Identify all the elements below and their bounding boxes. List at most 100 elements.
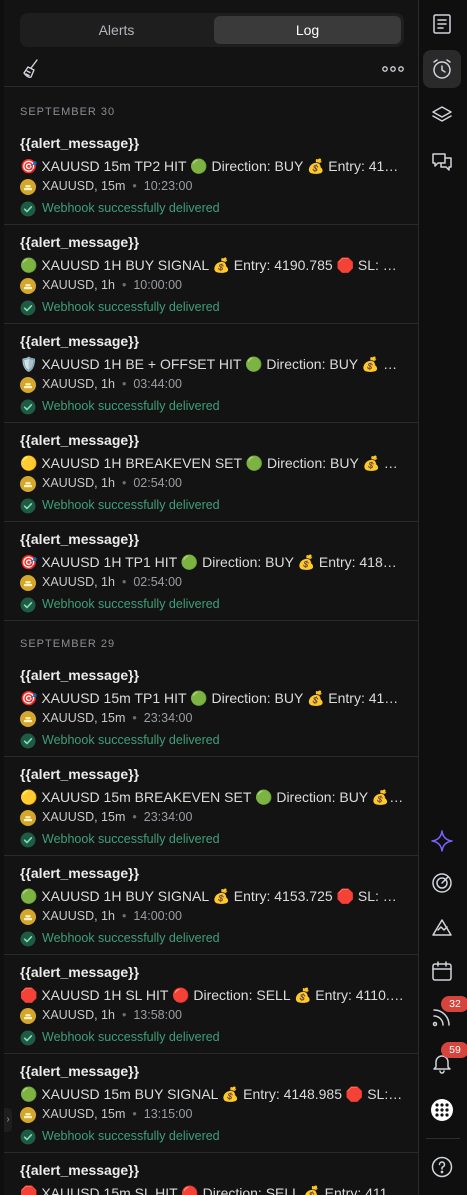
gold-symbol-icon <box>20 809 36 826</box>
entry-time: 03:44:00 <box>133 377 183 391</box>
check-circle-icon <box>20 201 36 217</box>
log-entry[interactable]: {{alert_message}} 🟢 XAUUSD 15m BUY SIGNA… <box>4 1053 418 1153</box>
meta-separator: • <box>132 179 137 193</box>
help-icon <box>431 1156 453 1178</box>
meta-separator: • <box>121 575 127 589</box>
meta-separator: • <box>121 278 127 292</box>
check-circle-icon <box>20 597 36 613</box>
entry-title: {{alert_message}} <box>20 1162 140 1178</box>
delivery-status: Webhook successfully delivered <box>20 731 220 749</box>
more-dots-icon[interactable] <box>382 64 404 74</box>
gold-symbol-icon <box>20 376 36 393</box>
entry-meta: XAUUSD, 1h • 03:44:00 <box>20 375 182 393</box>
chat-button[interactable] <box>423 142 461 180</box>
alerts-panel: Alerts Log SEPTEMBER 30 {{alert_message}… <box>4 0 419 1195</box>
status-text: Webhook successfully delivered <box>42 399 220 413</box>
watchlist-button[interactable] <box>423 5 461 43</box>
entry-meta: XAUUSD, 1h • 10:00:00 <box>20 276 182 294</box>
entry-symbol: XAUUSD, 1h <box>42 476 115 490</box>
entry-time: 13:58:00 <box>133 1008 183 1022</box>
meta-separator: • <box>121 909 127 923</box>
feed-button[interactable]: 32 <box>423 996 467 1036</box>
log-entry[interactable]: {{alert_message}} 🛡️ XAUUSD 1H BE + OFFS… <box>4 323 418 423</box>
entry-symbol: XAUUSD, 1h <box>42 909 115 923</box>
delivery-status: Webhook successfully delivered <box>20 595 220 613</box>
entry-time: 23:34:00 <box>143 711 193 725</box>
calendar-button[interactable] <box>423 952 461 990</box>
entry-meta: XAUUSD, 15m • 23:34:00 <box>20 808 192 826</box>
log-entry[interactable]: {{alert_message}} 🎯 XAUUSD 15m TP1 HIT 🟢… <box>4 657 418 757</box>
check-circle-icon <box>20 733 36 749</box>
radar-icon <box>432 873 452 893</box>
entry-message: 🛑 XAUUSD 15m SL HIT 🔴 Direction: SELL 💰 … <box>20 1185 404 1195</box>
entry-time: 10:00:00 <box>133 278 183 292</box>
entry-message: 🛡️ XAUUSD 1H BE + OFFSET HIT 🟢 Direction… <box>20 356 404 372</box>
log-entry[interactable]: {{alert_message}} 🎯 XAUUSD 15m TP2 HIT 🟢… <box>4 125 418 225</box>
tab-alerts[interactable]: Alerts <box>23 16 210 44</box>
gold-symbol-icon <box>20 908 36 925</box>
entry-symbol: XAUUSD, 15m <box>42 1107 126 1121</box>
apps-grid-icon <box>431 1099 453 1121</box>
tab-switcher: Alerts Log <box>20 13 404 47</box>
log-toolbar <box>4 54 418 87</box>
expand-panel-toggle[interactable]: › <box>4 1108 12 1132</box>
meta-separator: • <box>121 1008 127 1022</box>
status-text: Webhook successfully delivered <box>42 300 220 314</box>
entry-time: 02:54:00 <box>133 575 183 589</box>
entry-title: {{alert_message}} <box>20 865 140 881</box>
entry-message: 🟢 XAUUSD 1H BUY SIGNAL 💰 Entry: 4153.725… <box>20 888 404 904</box>
entry-message: 🟡 XAUUSD 15m BREAKEVEN SET 🟢 Direction: … <box>20 789 404 805</box>
delivery-status: Webhook successfully delivered <box>20 397 220 415</box>
entry-time: 23:34:00 <box>143 810 193 824</box>
entry-title: {{alert_message}} <box>20 234 140 250</box>
sparkle-button[interactable] <box>423 822 461 860</box>
meta-separator: • <box>132 1107 137 1121</box>
entry-title: {{alert_message}} <box>20 432 140 448</box>
entry-meta: XAUUSD, 1h • 14:00:00 <box>20 907 182 925</box>
gold-symbol-icon <box>20 1106 36 1123</box>
radar-button[interactable] <box>423 864 461 902</box>
log-entry[interactable]: {{alert_message}} 🛑 XAUUSD 1H SL HIT 🔴 D… <box>4 954 418 1054</box>
entry-title: {{alert_message}} <box>20 135 140 151</box>
log-entry[interactable]: {{alert_message}} 🟢 XAUUSD 1H BUY SIGNAL… <box>4 224 418 324</box>
entry-title: {{alert_message}} <box>20 1063 140 1079</box>
status-text: Webhook successfully delivered <box>42 597 220 611</box>
apps-grid-button[interactable] <box>423 1091 461 1129</box>
log-entry[interactable]: {{alert_message}} 🎯 XAUUSD 1H TP1 HIT 🟢 … <box>4 521 418 621</box>
gold-symbol-icon <box>20 178 36 195</box>
log-entry[interactable]: {{alert_message}} 🟢 XAUUSD 1H BUY SIGNAL… <box>4 855 418 955</box>
gold-symbol-icon <box>20 475 36 492</box>
delivery-status: Webhook successfully delivered <box>20 1028 220 1046</box>
delivery-status: Webhook successfully delivered <box>20 199 220 217</box>
entry-time: 10:23:00 <box>143 179 193 193</box>
entry-title: {{alert_message}} <box>20 333 140 349</box>
check-circle-icon <box>20 1030 36 1046</box>
status-text: Webhook successfully delivered <box>42 1129 220 1143</box>
entry-message: 🎯 XAUUSD 15m TP2 HIT 🟢 Direction: BUY 💰 … <box>20 158 404 174</box>
gold-symbol-icon <box>20 574 36 591</box>
ideas-icon <box>432 919 452 936</box>
chat-icon <box>432 153 452 171</box>
entry-time: 14:00:00 <box>133 909 183 923</box>
log-entry[interactable]: {{alert_message}} 🟡 XAUUSD 1H BREAKEVEN … <box>4 422 418 522</box>
entry-symbol: XAUUSD, 15m <box>42 810 126 824</box>
ideas-button[interactable] <box>423 908 461 946</box>
help-button[interactable] <box>423 1148 461 1186</box>
alerts-clock-button[interactable] <box>423 50 461 88</box>
entry-meta: XAUUSD, 15m • 13:15:00 <box>20 1105 192 1123</box>
entry-title: {{alert_message}} <box>20 667 140 683</box>
log-entry[interactable]: {{alert_message}} 🟡 XAUUSD 15m BREAKEVEN… <box>4 756 418 856</box>
meta-separator: • <box>121 377 127 391</box>
notifications-button[interactable]: 59 <box>423 1042 467 1082</box>
entry-title: {{alert_message}} <box>20 531 140 547</box>
notification-count-badge: 59 <box>441 1042 467 1058</box>
broom-icon[interactable] <box>20 58 42 80</box>
layers-button[interactable] <box>423 96 461 134</box>
log-entry[interactable]: {{alert_message}} 🛑 XAUUSD 15m SL HIT 🔴 … <box>4 1152 418 1195</box>
delivery-status: Webhook successfully delivered <box>20 830 220 848</box>
tab-log[interactable]: Log <box>214 16 401 44</box>
meta-separator: • <box>132 711 137 725</box>
entry-time: 13:15:00 <box>143 1107 193 1121</box>
check-circle-icon <box>20 300 36 316</box>
check-circle-icon <box>20 1129 36 1145</box>
